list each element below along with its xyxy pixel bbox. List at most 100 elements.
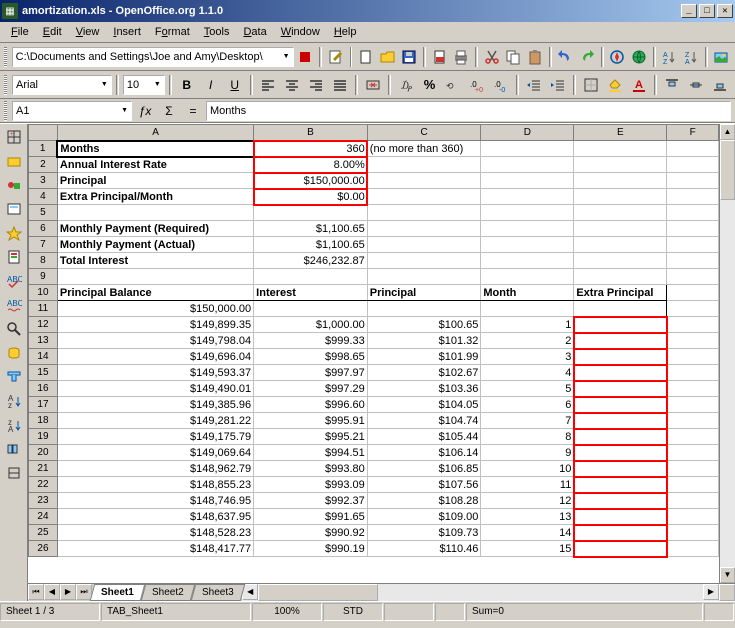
cell[interactable]: 13 — [481, 509, 574, 525]
cell[interactable]: $993.09 — [254, 477, 368, 493]
tab-next-button[interactable]: ▶ — [60, 584, 76, 600]
stop-button[interactable] — [296, 46, 316, 68]
cell[interactable] — [481, 269, 574, 285]
cell[interactable]: $104.05 — [367, 397, 481, 413]
cell[interactable]: 7 — [481, 413, 574, 429]
cell[interactable] — [481, 189, 574, 205]
cell[interactable]: 15 — [481, 541, 574, 557]
align-right-button[interactable] — [305, 74, 327, 96]
cell[interactable]: Interest — [254, 285, 368, 301]
menu-file[interactable]: File — [4, 24, 36, 40]
formula-input[interactable]: Months — [206, 101, 731, 121]
cell[interactable] — [574, 493, 667, 509]
toolbar-grip[interactable] — [4, 75, 7, 95]
cell[interactable] — [574, 525, 667, 541]
column-header-D[interactable]: D — [481, 125, 574, 141]
cell[interactable]: 5 — [481, 381, 574, 397]
column-header-E[interactable]: E — [574, 125, 667, 141]
copy-button[interactable] — [504, 46, 524, 68]
cell[interactable] — [367, 157, 481, 173]
sum-button[interactable]: Σ — [158, 100, 180, 122]
cell[interactable] — [667, 189, 719, 205]
close-button[interactable]: ✕ — [717, 4, 733, 18]
cell[interactable] — [367, 301, 481, 317]
cell[interactable]: $148,637.95 — [57, 509, 253, 525]
cell[interactable] — [481, 237, 574, 253]
cell-reference-input[interactable]: A1 ▼ — [12, 101, 132, 121]
cell[interactable] — [574, 317, 667, 333]
font-name-select[interactable]: Arial ▼ — [12, 75, 112, 95]
cell[interactable] — [667, 333, 719, 349]
cell[interactable] — [574, 429, 667, 445]
cell[interactable] — [667, 221, 719, 237]
cell[interactable]: 14 — [481, 525, 574, 541]
cell[interactable]: $104.74 — [367, 413, 481, 429]
row-header[interactable]: 26 — [29, 541, 58, 557]
cell[interactable] — [667, 269, 719, 285]
row-header[interactable]: 22 — [29, 477, 58, 493]
row-header[interactable]: 2 — [29, 157, 58, 173]
status-sum[interactable]: Sum=0 — [466, 603, 703, 621]
cell[interactable] — [481, 173, 574, 189]
cell[interactable] — [574, 381, 667, 397]
theme-button[interactable] — [3, 246, 25, 268]
cell[interactable]: 360 — [254, 141, 368, 157]
sort-desc-button[interactable]: ZA — [681, 46, 701, 68]
standard-format-button[interactable]: ⟲ — [442, 74, 464, 96]
row-header[interactable]: 4 — [29, 189, 58, 205]
sheet-tab-3[interactable]: Sheet3 — [190, 584, 244, 601]
cell[interactable] — [574, 445, 667, 461]
form-button[interactable] — [3, 198, 25, 220]
row-header[interactable]: 16 — [29, 381, 58, 397]
row-header[interactable]: 25 — [29, 525, 58, 541]
bg-color-button[interactable] — [604, 74, 626, 96]
cell[interactable] — [574, 413, 667, 429]
row-header[interactable]: 23 — [29, 493, 58, 509]
cell[interactable]: (no more than 360) — [367, 141, 481, 157]
cell[interactable] — [367, 237, 481, 253]
cell[interactable] — [667, 381, 719, 397]
cell[interactable]: Principal — [367, 285, 481, 301]
navigator-button[interactable] — [608, 46, 628, 68]
scroll-thumb[interactable] — [258, 584, 378, 601]
cell[interactable] — [667, 141, 719, 157]
cell[interactable] — [367, 189, 481, 205]
align-middle-button[interactable] — [685, 74, 707, 96]
row-header[interactable]: 6 — [29, 221, 58, 237]
row-header[interactable]: 19 — [29, 429, 58, 445]
function-wizard-button[interactable]: ƒx — [134, 100, 156, 122]
cell[interactable] — [574, 157, 667, 173]
toolbar-grip[interactable] — [4, 101, 7, 121]
cell[interactable] — [667, 173, 719, 189]
cell[interactable] — [481, 157, 574, 173]
cell[interactable]: $994.51 — [254, 445, 368, 461]
status-zoom[interactable]: 100% — [252, 603, 322, 621]
cell[interactable]: $149,385.96 — [57, 397, 253, 413]
sheet-tab-2[interactable]: Sheet2 — [141, 584, 195, 601]
url-path-input[interactable]: C:\Documents and Settings\Joe and Amy\De… — [12, 47, 294, 67]
cell[interactable]: $148,746.95 — [57, 493, 253, 509]
menu-window[interactable]: Window — [274, 24, 327, 40]
row-header[interactable]: 5 — [29, 205, 58, 221]
row-header[interactable]: 1 — [29, 141, 58, 157]
cell[interactable] — [254, 301, 368, 317]
cell[interactable] — [667, 301, 719, 317]
cell[interactable]: $149,069.64 — [57, 445, 253, 461]
cell[interactable] — [667, 317, 719, 333]
cell[interactable]: Month — [481, 285, 574, 301]
dropdown-arrow-icon[interactable]: ▼ — [101, 81, 108, 88]
cell[interactable]: $148,855.23 — [57, 477, 253, 493]
align-center-button[interactable] — [281, 74, 303, 96]
cell[interactable]: 3 — [481, 349, 574, 365]
cell[interactable] — [667, 413, 719, 429]
cell[interactable]: Principal Balance — [57, 285, 253, 301]
cell[interactable]: $149,899.35 — [57, 317, 253, 333]
status-mode[interactable]: STD — [323, 603, 383, 621]
row-header[interactable]: 13 — [29, 333, 58, 349]
bold-button[interactable]: B — [176, 74, 198, 96]
cell[interactable] — [667, 445, 719, 461]
underline-button[interactable]: U — [224, 74, 246, 96]
dropdown-arrow-icon[interactable]: ▼ — [283, 53, 290, 60]
cell[interactable]: $998.65 — [254, 349, 368, 365]
scroll-track[interactable] — [720, 140, 735, 567]
